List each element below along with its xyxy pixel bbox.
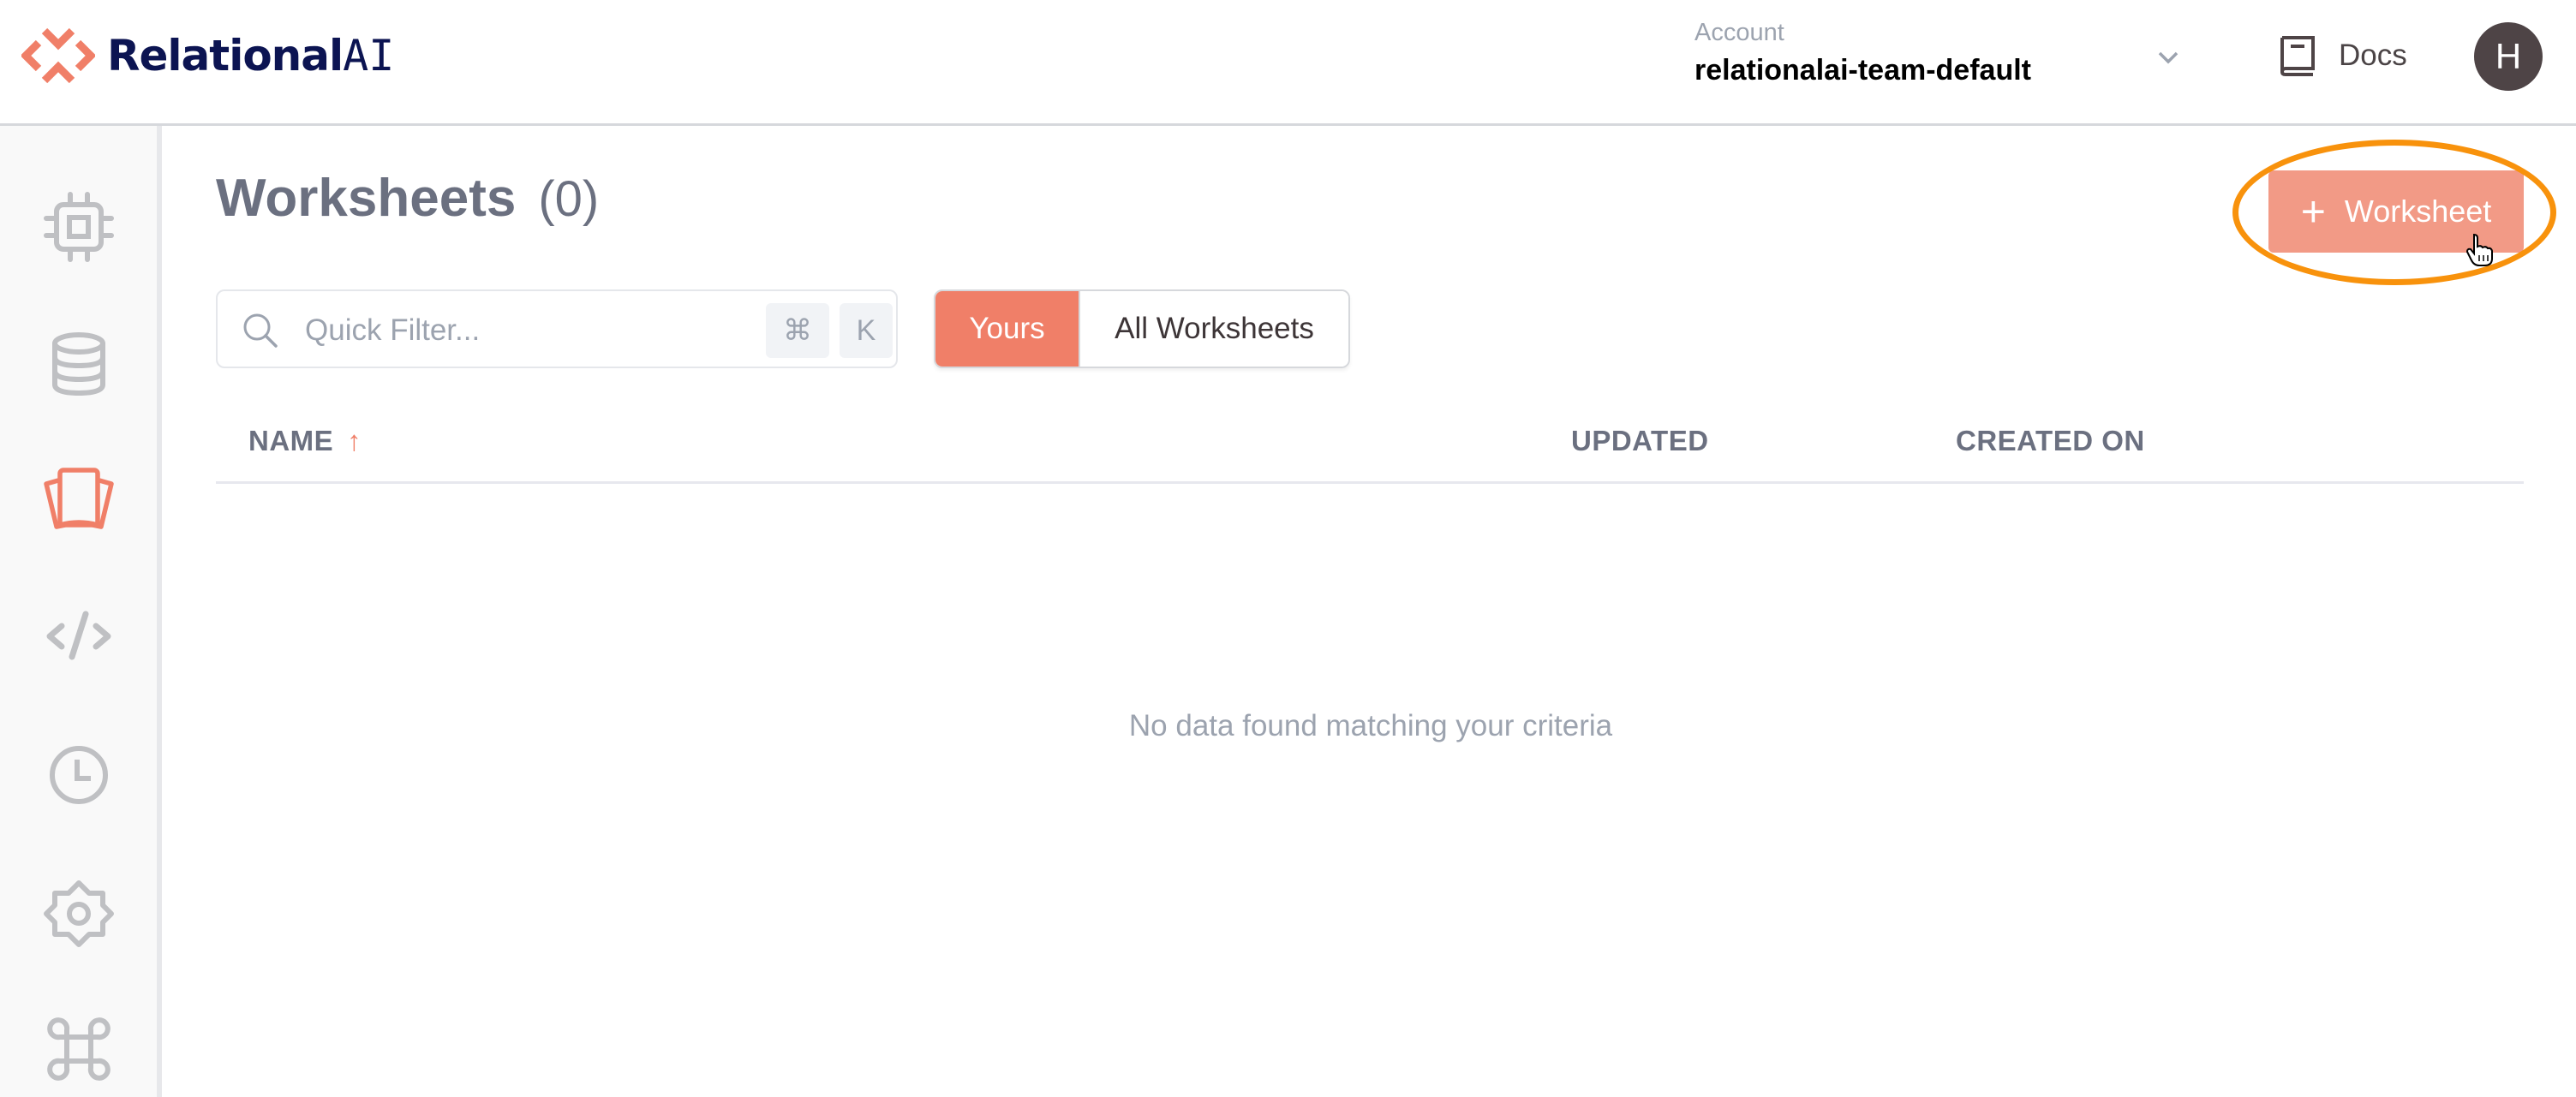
sidebar-nav [0, 126, 162, 1097]
settings-icon [43, 880, 114, 947]
shortcut-cmd-key: ⌘ [766, 303, 829, 358]
docs-label: Docs [2339, 39, 2407, 72]
quick-filter[interactable]: ⌘ K [216, 289, 898, 368]
top-header: RelationalAI Account relationalai-team-d… [0, 0, 2576, 126]
chevron-down-icon[interactable] [2155, 45, 2181, 70]
quick-filter-input[interactable] [303, 307, 786, 355]
logo-mark-icon [21, 27, 95, 84]
sidebar-item-code[interactable] [0, 591, 157, 685]
sidebar-item-history[interactable] [0, 728, 157, 822]
clock-icon [49, 746, 108, 804]
shortcut-k-key: K [840, 303, 893, 358]
page-title: Worksheets (0) [216, 168, 599, 229]
hand-pointer-cursor-icon [2465, 233, 2493, 266]
command-icon [46, 1017, 111, 1081]
worksheets-icon [43, 468, 114, 529]
sidebar-item-settings[interactable] [0, 865, 157, 959]
code-icon [46, 611, 111, 660]
sort-ascending-icon: ↑ [347, 425, 362, 456]
worksheet-count: (0) [538, 171, 600, 227]
empty-state-message: No data found matching your criteria [1128, 709, 1613, 742]
table-header-row: NAME ↑ UPDATED CREATED ON [216, 420, 2524, 484]
filter-yours-button[interactable]: Yours [935, 291, 1079, 367]
sidebar-item-engines[interactable] [0, 180, 157, 274]
sidebar-item-commands[interactable] [0, 1002, 157, 1096]
page-title-text: Worksheets [216, 169, 517, 228]
docs-link[interactable]: Docs [2279, 34, 2407, 77]
sidebar-item-databases[interactable] [0, 317, 157, 411]
add-worksheet-label: Worksheet [2344, 194, 2492, 229]
column-header-name-label: NAME [248, 425, 334, 456]
ownership-filter-toggle: Yours All Worksheets [934, 289, 1350, 368]
database-icon [51, 332, 105, 396]
sidebar-item-worksheets[interactable] [0, 454, 157, 548]
column-header-name[interactable]: NAME ↑ [248, 425, 362, 457]
column-header-created-on[interactable]: CREATED ON [1956, 425, 2145, 457]
relationalai-logo[interactable]: RelationalAI [21, 27, 395, 84]
account-label: Account [1694, 19, 1784, 46]
plus-icon: + [2300, 188, 2326, 235]
logo-wordmark: RelationalAI [107, 31, 395, 80]
book-icon [2280, 36, 2315, 76]
filter-all-worksheets-button[interactable]: All Worksheets [1079, 291, 1348, 367]
search-icon [243, 313, 278, 348]
chip-icon [43, 192, 114, 262]
account-name: relationalai-team-default [1694, 54, 2031, 86]
column-header-updated[interactable]: UPDATED [1571, 425, 1709, 457]
user-avatar[interactable]: H [2474, 22, 2543, 91]
account-selector[interactable]: Account relationalai-team-default [1694, 19, 2031, 87]
